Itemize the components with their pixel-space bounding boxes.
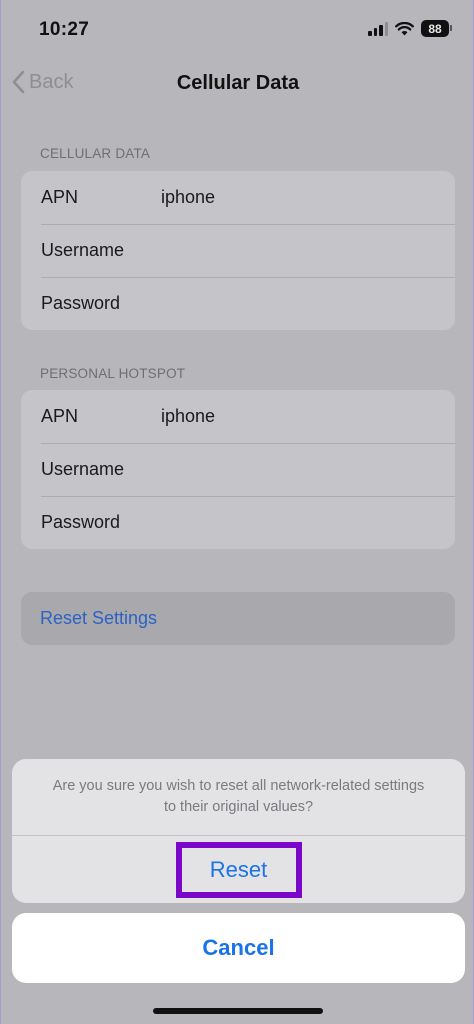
row-label: Password [41, 512, 121, 532]
row-label: Username [41, 240, 125, 260]
reset-button[interactable]: Reset [175, 841, 302, 898]
signal-icon [368, 21, 388, 36]
page-title: Cellular Data [176, 72, 300, 94]
cellular-data-screen: 10:27 88 Back Cellular Data CELLULAR DAT… [0, 0, 474, 1024]
status-icons: 88 [368, 20, 452, 37]
reset-confirmation-sheet: Are you sure you wish to reset all netwo… [12, 759, 465, 903]
status-time: 10:27 [39, 19, 90, 40]
section-header-cellular-data: CELLULAR DATA [40, 146, 151, 161]
wifi-icon [395, 21, 414, 35]
section-header-personal-hotspot: PERSONAL HOTSPOT [40, 366, 186, 381]
sheet-action-row: Reset [12, 836, 465, 903]
hotspot-password-row[interactable]: Password [21, 496, 455, 549]
reset-settings-button[interactable]: Reset Settings [21, 592, 455, 645]
hotspot-apn-row[interactable]: APN iphone [21, 390, 455, 443]
reset-settings-label: Reset Settings [40, 608, 158, 628]
cancel-button[interactable]: Cancel [12, 913, 465, 983]
row-label: Password [41, 293, 121, 313]
hotspot-username-row[interactable]: Username [21, 443, 455, 496]
cellular-apn-row[interactable]: APN iphone [21, 171, 455, 224]
sheet-message: Are you sure you wish to reset all netwo… [52, 778, 425, 815]
personal-hotspot-group: APN iphone Username Password [21, 390, 455, 549]
row-label: APN [41, 406, 79, 426]
cellular-password-row[interactable]: Password [21, 277, 455, 330]
row-label: APN [41, 187, 79, 207]
cellular-data-group: APN iphone Username Password [21, 171, 455, 330]
cellular-username-row[interactable]: Username [21, 224, 455, 277]
cellular-apn-value[interactable]: iphone [161, 187, 215, 208]
row-label: Username [41, 459, 125, 479]
status-bar: 10:27 88 [1, 0, 474, 60]
battery-icon: 88 [421, 20, 452, 37]
home-indicator[interactable] [153, 1008, 323, 1014]
hotspot-apn-value[interactable]: iphone [161, 406, 215, 427]
